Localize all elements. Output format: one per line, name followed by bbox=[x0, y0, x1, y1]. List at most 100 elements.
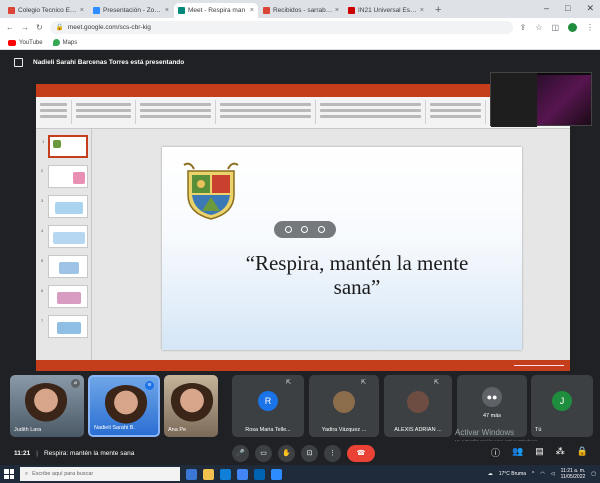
activities-icon[interactable]: ⁂ bbox=[556, 446, 565, 459]
camera-button[interactable]: ▭ bbox=[255, 445, 272, 462]
raise-hand-button[interactable]: ✋ bbox=[278, 445, 295, 462]
maps-icon bbox=[52, 39, 60, 46]
participant-avatar bbox=[333, 391, 355, 413]
profile-avatar[interactable] bbox=[568, 22, 577, 32]
new-tab-button[interactable]: + bbox=[435, 4, 441, 16]
menu-icon[interactable]: ⋮ bbox=[586, 23, 594, 32]
slide-editor: “Respira, mantén la mente sana” bbox=[92, 129, 570, 360]
close-icon[interactable]: × bbox=[335, 7, 339, 14]
host-controls-icon[interactable]: 🔒 bbox=[577, 446, 588, 459]
star-icon[interactable]: ☆ bbox=[535, 23, 542, 32]
sidebar-icon[interactable]: ◫ bbox=[551, 23, 559, 32]
close-icon[interactable]: × bbox=[80, 7, 84, 14]
participant-tile[interactable]: ⌀ Judith Lara bbox=[10, 375, 84, 437]
participant-tile[interactable]: ⇱ R Rosa Maria Telle... bbox=[232, 375, 304, 437]
browser-tab[interactable]: Presentación - Zoom × bbox=[89, 3, 173, 18]
tray-arrow-icon[interactable]: ^ bbox=[532, 471, 534, 477]
pin-icon[interactable]: ⇱ bbox=[434, 379, 439, 386]
presenting-banner: Nadieli Sarahi Barcenas Torres está pres… bbox=[0, 50, 600, 74]
more-options-button[interactable]: ⋮ bbox=[324, 445, 341, 462]
people-icon[interactable]: 👥 bbox=[512, 446, 523, 459]
call-controls: 🎤 ▭ ✋ ⊡ ⋮ ☎ bbox=[232, 445, 375, 462]
slide-thumbnail: 5 bbox=[41, 255, 88, 278]
stop-icon[interactable] bbox=[318, 226, 326, 233]
browser-tab-strip: Colegio Tecnico Escolar -× Presentación … bbox=[0, 0, 600, 18]
participant-video bbox=[20, 383, 72, 433]
slide-quote: “Respira, mantén la mente sana” bbox=[245, 251, 469, 299]
participant-avatar bbox=[407, 391, 429, 413]
taskbar-clock[interactable]: 11:21 a. m. 11/05/2022 bbox=[561, 468, 586, 480]
chat-icon[interactable]: ▤ bbox=[535, 446, 544, 459]
participant-tile[interactable]: ⇱ ALEXIS ADRIAN ... bbox=[384, 375, 452, 437]
url-text: meet.google.com/scs-cbr-kig bbox=[67, 23, 151, 31]
slide-thumbnail: 7 bbox=[41, 315, 88, 338]
self-avatar: J bbox=[552, 391, 572, 411]
chrome-icon[interactable] bbox=[237, 468, 248, 480]
browser-tab[interactable]: IN21 Universal Estéreo× bbox=[344, 3, 428, 18]
wifi-icon[interactable]: ◠ bbox=[540, 471, 544, 477]
tab-favicon-icon bbox=[348, 7, 355, 14]
slide-thumbnail: 1 bbox=[42, 135, 88, 158]
address-bar-row: ← → ↻ 🔒 meet.google.com/scs-cbr-kig ⇪ ☆ … bbox=[0, 18, 600, 36]
shared-screen: 1 2 3 4 5 6 7 “Respira, mantén la mente … bbox=[36, 84, 570, 371]
minimize-icon[interactable]: – bbox=[544, 3, 549, 14]
close-icon[interactable]: × bbox=[420, 7, 424, 14]
search-icon: ⌕ bbox=[25, 470, 29, 477]
info-icon[interactable]: ⓘ bbox=[491, 446, 500, 459]
close-icon[interactable]: × bbox=[165, 7, 169, 14]
weather-icon: ☁ bbox=[487, 471, 493, 477]
presentation-control-pill bbox=[274, 221, 336, 238]
participant-tile[interactable]: Ana Pe bbox=[164, 375, 218, 437]
weather-text[interactable]: 17°C Bruma bbox=[499, 471, 526, 477]
participant-video bbox=[166, 383, 218, 433]
store-icon[interactable] bbox=[254, 468, 265, 480]
slide-thumbnail: 4 bbox=[41, 225, 88, 248]
maximize-icon[interactable]: □ bbox=[565, 3, 570, 14]
taskbar-search-box[interactable]: ⌕ Escribe aquí para buscar bbox=[20, 467, 180, 481]
meeting-time: 11:21 bbox=[14, 449, 31, 457]
lock-icon: 🔒 bbox=[55, 24, 64, 31]
browser-tab-active[interactable]: Meet - Respira man × bbox=[174, 3, 258, 18]
zoom-icon[interactable] bbox=[271, 468, 282, 480]
presenter-text: Nadieli Sarahi Barcenas Torres está pres… bbox=[33, 58, 185, 66]
bookmark-youtube[interactable]: YouTube bbox=[8, 39, 43, 46]
windows-start-icon[interactable] bbox=[4, 469, 14, 479]
present-screen-icon bbox=[14, 57, 23, 67]
present-button[interactable]: ⊡ bbox=[301, 445, 318, 462]
pin-icon[interactable]: ⇱ bbox=[361, 379, 366, 386]
current-slide: “Respira, mantén la mente sana” bbox=[162, 147, 522, 350]
tab-favicon-icon bbox=[93, 7, 100, 14]
edge-icon[interactable] bbox=[220, 468, 231, 480]
participant-avatar: R bbox=[258, 391, 278, 411]
self-view-thumbnail[interactable] bbox=[490, 72, 592, 127]
notifications-icon[interactable]: ▢ bbox=[591, 471, 596, 477]
close-icon[interactable]: × bbox=[250, 7, 254, 14]
windows-taskbar: ⌕ Escribe aquí para buscar ☁ 17°C Bruma ^… bbox=[0, 465, 600, 483]
self-tile[interactable]: J Tú bbox=[531, 375, 593, 437]
share-icon[interactable]: ⇪ bbox=[520, 23, 527, 32]
participants-group-icon: ●● bbox=[482, 387, 502, 407]
pointer-icon[interactable] bbox=[284, 226, 292, 233]
forward-icon[interactable]: → bbox=[21, 23, 29, 32]
expand-icon[interactable] bbox=[301, 226, 309, 233]
leave-call-button[interactable]: ☎ bbox=[347, 445, 375, 462]
mic-button[interactable]: 🎤 bbox=[232, 445, 249, 462]
tab-favicon-icon bbox=[263, 7, 270, 14]
participant-tile[interactable]: ⇱ Yadira Vázquez ... bbox=[309, 375, 379, 437]
browser-tab[interactable]: Colegio Tecnico Escolar -× bbox=[4, 3, 88, 18]
reload-icon[interactable]: ↻ bbox=[36, 23, 43, 32]
task-view-icon[interactable] bbox=[186, 468, 197, 480]
bookmarks-bar: YouTube Maps bbox=[0, 36, 600, 50]
close-window-icon[interactable]: ✕ bbox=[586, 3, 594, 14]
powerpoint-status-bar bbox=[36, 360, 570, 371]
browser-tab[interactable]: Recibidos - sarrabdarse× bbox=[259, 3, 343, 18]
slide-thumbnail: 3 bbox=[41, 195, 88, 218]
pin-icon[interactable]: ⇱ bbox=[286, 379, 291, 386]
back-icon[interactable]: ← bbox=[6, 23, 14, 32]
file-explorer-icon[interactable] bbox=[203, 468, 214, 480]
url-field[interactable]: 🔒 meet.google.com/scs-cbr-kig bbox=[49, 20, 513, 34]
bookmark-maps[interactable]: Maps bbox=[52, 39, 77, 46]
tab-favicon-icon bbox=[8, 7, 15, 14]
participant-tile-active[interactable]: ≋ Nadieli Sarahi B. bbox=[88, 375, 160, 437]
volume-icon[interactable]: ◁ bbox=[551, 471, 555, 477]
